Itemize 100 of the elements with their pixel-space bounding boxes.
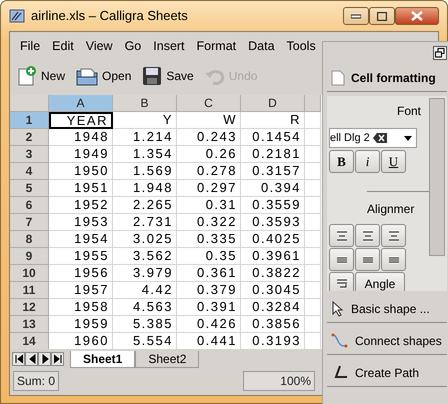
docker-tab[interactable]: Create Path	[327, 359, 447, 387]
float-button[interactable]	[433, 46, 447, 60]
table-cell: 0.335	[177, 231, 241, 248]
connector-icon	[331, 332, 349, 348]
table-cell: 1953	[49, 214, 113, 231]
table-cell: 1948	[49, 129, 113, 146]
row-header[interactable]: 9	[10, 248, 49, 265]
column-header[interactable]: B	[113, 95, 177, 112]
font-style-button[interactable]: B	[329, 150, 354, 173]
font-combo[interactable]: ell Dlg 2	[329, 128, 417, 148]
row-header[interactable]: 7	[10, 214, 49, 231]
table-cell: 1959	[49, 316, 113, 333]
table-cell: 1955	[49, 248, 113, 265]
table-cell: 1956	[49, 265, 113, 282]
alignment-icon	[388, 231, 400, 242]
table-cell: 1958	[49, 299, 113, 316]
table-cell: 5.385	[113, 316, 177, 333]
sheet-tab[interactable]: Sheet1	[70, 350, 136, 368]
table-cell: 0.31	[177, 197, 241, 214]
table-cell: 1.214	[113, 129, 177, 146]
menu-item[interactable]: Data	[242, 36, 281, 56]
previous-sheet-button[interactable]	[25, 352, 38, 366]
app-icon	[9, 8, 25, 24]
table-cell: 0.3961	[241, 248, 305, 265]
table-cell: 0.3284	[241, 299, 305, 316]
column-header[interactable]: A	[49, 95, 113, 112]
close-button[interactable]	[395, 7, 439, 25]
last-sheet-button[interactable]	[51, 352, 64, 366]
angle-button[interactable]: Angle	[355, 272, 405, 291]
table-cell: 0.3593	[241, 214, 305, 231]
row-header[interactable]: 3	[10, 146, 49, 163]
row-header[interactable]: 4	[10, 163, 49, 180]
column-header[interactable]: C	[177, 95, 241, 112]
row-header[interactable]: 10	[10, 265, 49, 282]
restore-icon	[434, 47, 446, 59]
row-header[interactable]: 1	[10, 112, 49, 129]
table-cell: Y	[113, 112, 177, 129]
maximize-icon	[377, 12, 387, 20]
table-cell: 1950	[49, 163, 113, 180]
font-style-button[interactable]: i	[355, 150, 380, 173]
align-button[interactable]	[381, 224, 406, 247]
align-button[interactable]	[355, 224, 380, 247]
maximize-button[interactable]	[369, 7, 395, 25]
align-button[interactable]	[329, 248, 354, 271]
row-header[interactable]: 11	[10, 282, 49, 299]
menu-item[interactable]: Go	[118, 36, 148, 56]
table-cell: YEAR	[49, 112, 113, 129]
column-header[interactable]: D	[241, 95, 305, 112]
align-button[interactable]	[381, 248, 406, 271]
toolbar-button[interactable]: Save	[141, 65, 194, 87]
scrollbar[interactable]	[429, 98, 445, 256]
new-document-icon	[16, 65, 38, 87]
sum-field: Sum: 0	[13, 371, 60, 391]
table-cell: 0.4025	[241, 231, 305, 248]
sheet-tab[interactable]: Sheet2	[135, 350, 200, 368]
table-cell: R	[241, 112, 305, 129]
menu-item[interactable]: Tools	[280, 36, 322, 56]
wrap-text-icon	[336, 279, 348, 290]
table-cell: 0.3157	[241, 163, 305, 180]
menu-item[interactable]: View	[80, 36, 119, 56]
table-cell: 1951	[49, 180, 113, 197]
table-cell: 0.26	[177, 146, 241, 163]
alignment-icon	[362, 231, 374, 242]
wrap-text-button[interactable]	[329, 272, 354, 291]
align-button[interactable]	[329, 224, 354, 247]
alignment-icon	[362, 255, 374, 266]
row-header[interactable]: 13	[10, 316, 49, 333]
minimize-button[interactable]	[343, 7, 369, 25]
table-cell: 4.563	[113, 299, 177, 316]
row-header[interactable]: 12	[10, 299, 49, 316]
next-sheet-button[interactable]	[38, 352, 51, 366]
font-style-button[interactable]: U	[381, 150, 406, 173]
menu-item[interactable]: Edit	[46, 36, 80, 56]
toolbar-button[interactable]: New	[16, 65, 66, 87]
table-cell: 2.265	[113, 197, 177, 214]
table-cell: 0.361	[177, 265, 241, 282]
font-name: ell Dlg 2	[330, 130, 370, 146]
table-cell: 1952	[49, 197, 113, 214]
row-header[interactable]: 2	[10, 129, 49, 146]
table-cell: 0.426	[177, 316, 241, 333]
page-icon	[331, 70, 345, 86]
toolbar-button[interactable]: Open	[75, 65, 132, 87]
docker-tab[interactable]: Basic shape ...	[327, 295, 447, 323]
row-header[interactable]: 5	[10, 180, 49, 197]
font-label: Font	[396, 103, 422, 120]
zoom-field[interactable]: 100%	[243, 371, 315, 391]
first-sheet-button[interactable]	[12, 352, 25, 366]
table-cell: 0.391	[177, 299, 241, 316]
row-header[interactable]: 14	[10, 333, 49, 349]
row-header[interactable]: 6	[10, 197, 49, 214]
table-cell: 0.3045	[241, 282, 305, 299]
align-button[interactable]	[355, 248, 380, 271]
menu-item[interactable]: Insert	[147, 36, 191, 56]
dropdown-icon	[404, 136, 412, 140]
menu-item[interactable]: Format	[190, 36, 242, 56]
docker-tab[interactable]: Cell formatting	[327, 64, 447, 92]
table-cell: 0.1454	[241, 129, 305, 146]
row-header[interactable]: 8	[10, 231, 49, 248]
docker-tab[interactable]: Connect shapes	[327, 327, 447, 355]
menu-item[interactable]: File	[14, 36, 46, 56]
